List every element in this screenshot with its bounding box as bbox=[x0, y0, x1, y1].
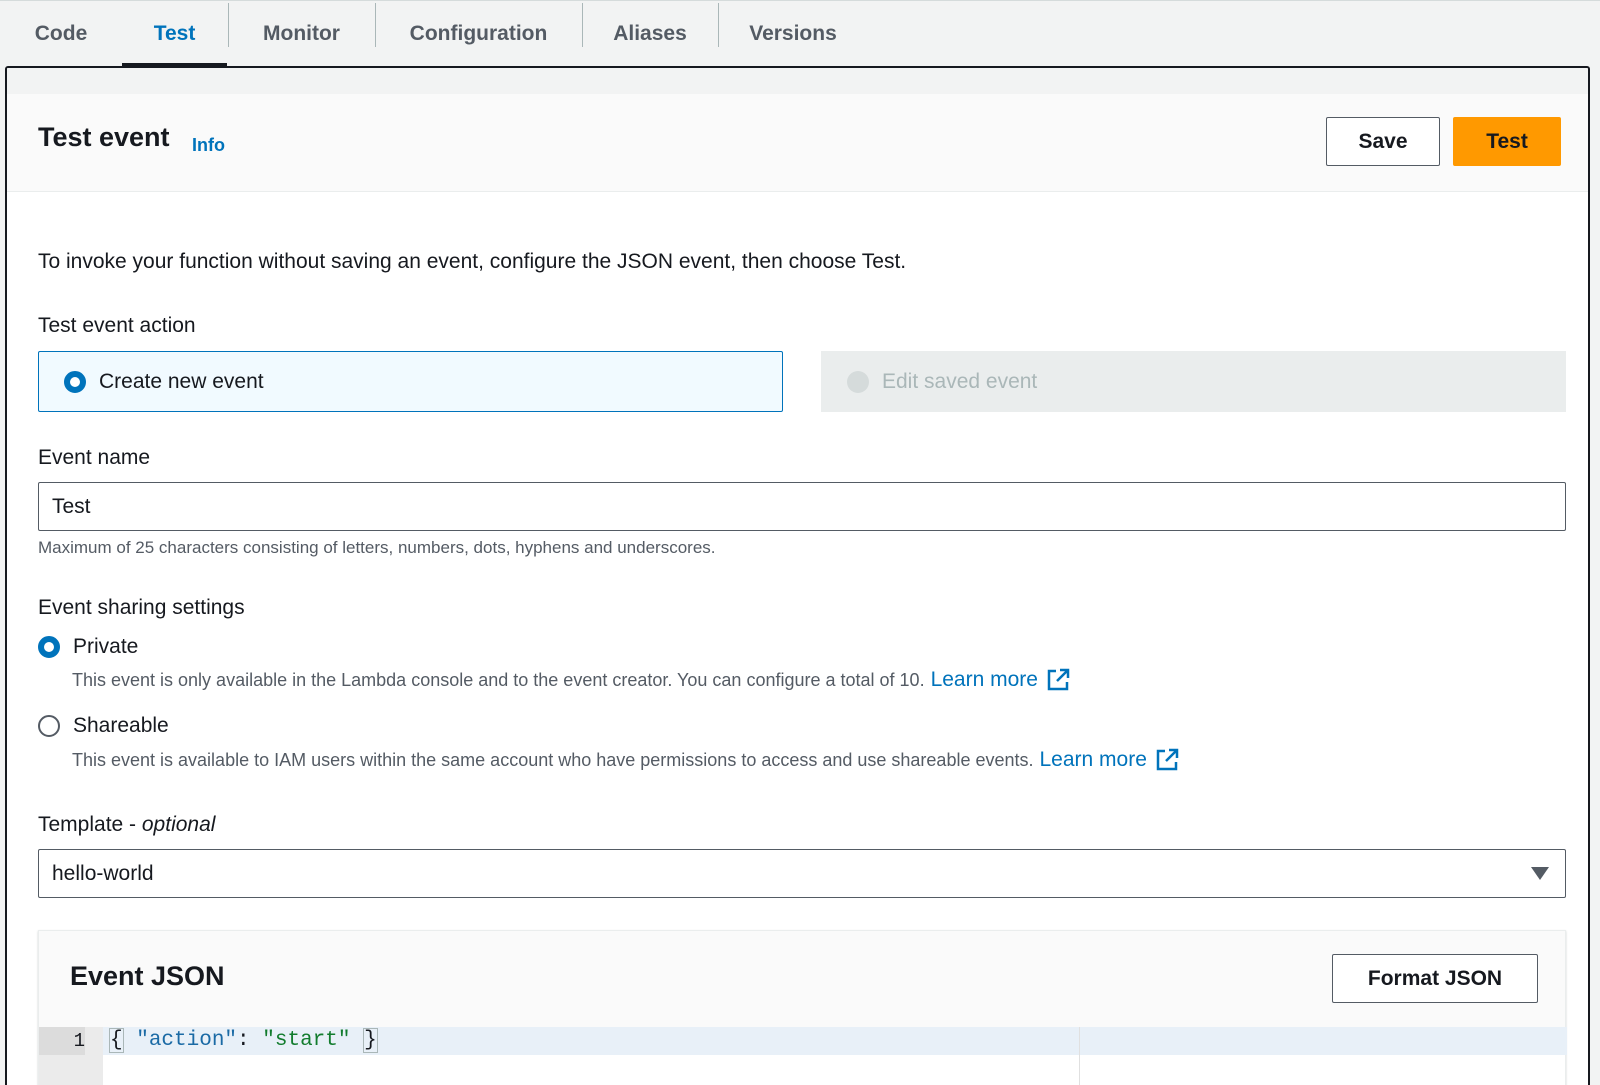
learn-more-link[interactable]: Learn more bbox=[1040, 748, 1179, 772]
radio-unselected-icon[interactable] bbox=[38, 715, 60, 737]
learn-more-label: Learn more bbox=[1039, 748, 1147, 771]
event-name-label: Event name bbox=[38, 446, 151, 469]
template-optional-text: optional bbox=[141, 813, 216, 836]
edit-saved-event-option: Edit saved event bbox=[821, 351, 1566, 412]
code-line[interactable]: { "action": "start" } bbox=[109, 1027, 378, 1055]
tab-configuration[interactable]: Configuration bbox=[375, 1, 582, 67]
shareable-label: Shareable bbox=[73, 714, 169, 737]
learn-more-label: Learn more bbox=[930, 668, 1038, 691]
line-number: 1 bbox=[39, 1027, 85, 1055]
event-sharing-label: Event sharing settings bbox=[38, 596, 245, 619]
save-button[interactable]: Save bbox=[1326, 117, 1440, 166]
tab-code[interactable]: Code bbox=[0, 1, 122, 67]
panel-top-band bbox=[7, 68, 1588, 94]
template-label: Template - optional bbox=[38, 813, 215, 837]
tab-test[interactable]: Test bbox=[122, 1, 227, 67]
private-option[interactable]: Private bbox=[38, 635, 138, 659]
code-colon: : bbox=[237, 1029, 263, 1052]
panel-header: Test event Info Save Test bbox=[7, 94, 1588, 192]
test-button[interactable]: Test bbox=[1453, 117, 1561, 166]
tab-versions[interactable]: Versions bbox=[718, 1, 868, 67]
event-json-card: Event JSON Format JSON 1 { "action": "st… bbox=[38, 930, 1567, 1085]
test-event-panel: Test event Info Save Test To invoke your… bbox=[5, 66, 1590, 1085]
private-label: Private bbox=[73, 635, 139, 658]
edit-saved-event-label: Edit saved event bbox=[882, 369, 1038, 393]
page-title: Test event bbox=[38, 122, 170, 152]
test-event-action-label: Test event action bbox=[38, 314, 196, 337]
event-name-hint: Maximum of 25 characters consisting of l… bbox=[38, 538, 716, 557]
radio-selected-icon[interactable] bbox=[64, 370, 86, 393]
radio-disabled-icon bbox=[847, 370, 869, 393]
shareable-option[interactable]: Shareable bbox=[38, 714, 169, 738]
code-open-brace: { bbox=[109, 1028, 124, 1053]
event-json-title: Event JSON bbox=[70, 961, 225, 991]
print-margin bbox=[1079, 1027, 1080, 1085]
format-json-button[interactable]: Format JSON bbox=[1332, 954, 1538, 1003]
learn-more-link[interactable]: Learn more bbox=[931, 668, 1070, 692]
tab-aliases[interactable]: Aliases bbox=[582, 1, 718, 67]
template-select-value: hello-world bbox=[52, 861, 154, 885]
shareable-description-text: This event is available to IAM users wit… bbox=[72, 749, 1034, 770]
private-description-text: This event is only available in the Lamb… bbox=[72, 669, 925, 690]
caret-down-icon bbox=[1531, 867, 1549, 880]
code-key: "action" bbox=[136, 1029, 238, 1052]
json-code-editor[interactable]: 1 { "action": "start" } bbox=[39, 1027, 1567, 1085]
code-close-brace: } bbox=[363, 1028, 378, 1053]
template-select[interactable]: hello-world bbox=[38, 849, 1566, 898]
tab-bar: Code Test Monitor Configuration Aliases … bbox=[0, 0, 1600, 67]
external-link-icon bbox=[1156, 748, 1179, 771]
tab-monitor[interactable]: Monitor bbox=[228, 1, 375, 67]
radio-selected-icon[interactable] bbox=[38, 636, 60, 658]
instructions-text: To invoke your function without saving a… bbox=[38, 250, 907, 273]
info-link[interactable]: Info bbox=[192, 135, 225, 156]
create-new-event-label: Create new event bbox=[99, 369, 264, 393]
event-name-input[interactable]: Test bbox=[38, 482, 1566, 531]
external-link-icon bbox=[1047, 668, 1070, 691]
shareable-description: This event is available to IAM users wit… bbox=[72, 748, 1179, 772]
private-description: This event is only available in the Lamb… bbox=[72, 668, 1070, 692]
template-label-text: Template - bbox=[38, 813, 142, 836]
code-value: "start" bbox=[262, 1029, 351, 1052]
create-new-event-option[interactable]: Create new event bbox=[38, 351, 783, 412]
